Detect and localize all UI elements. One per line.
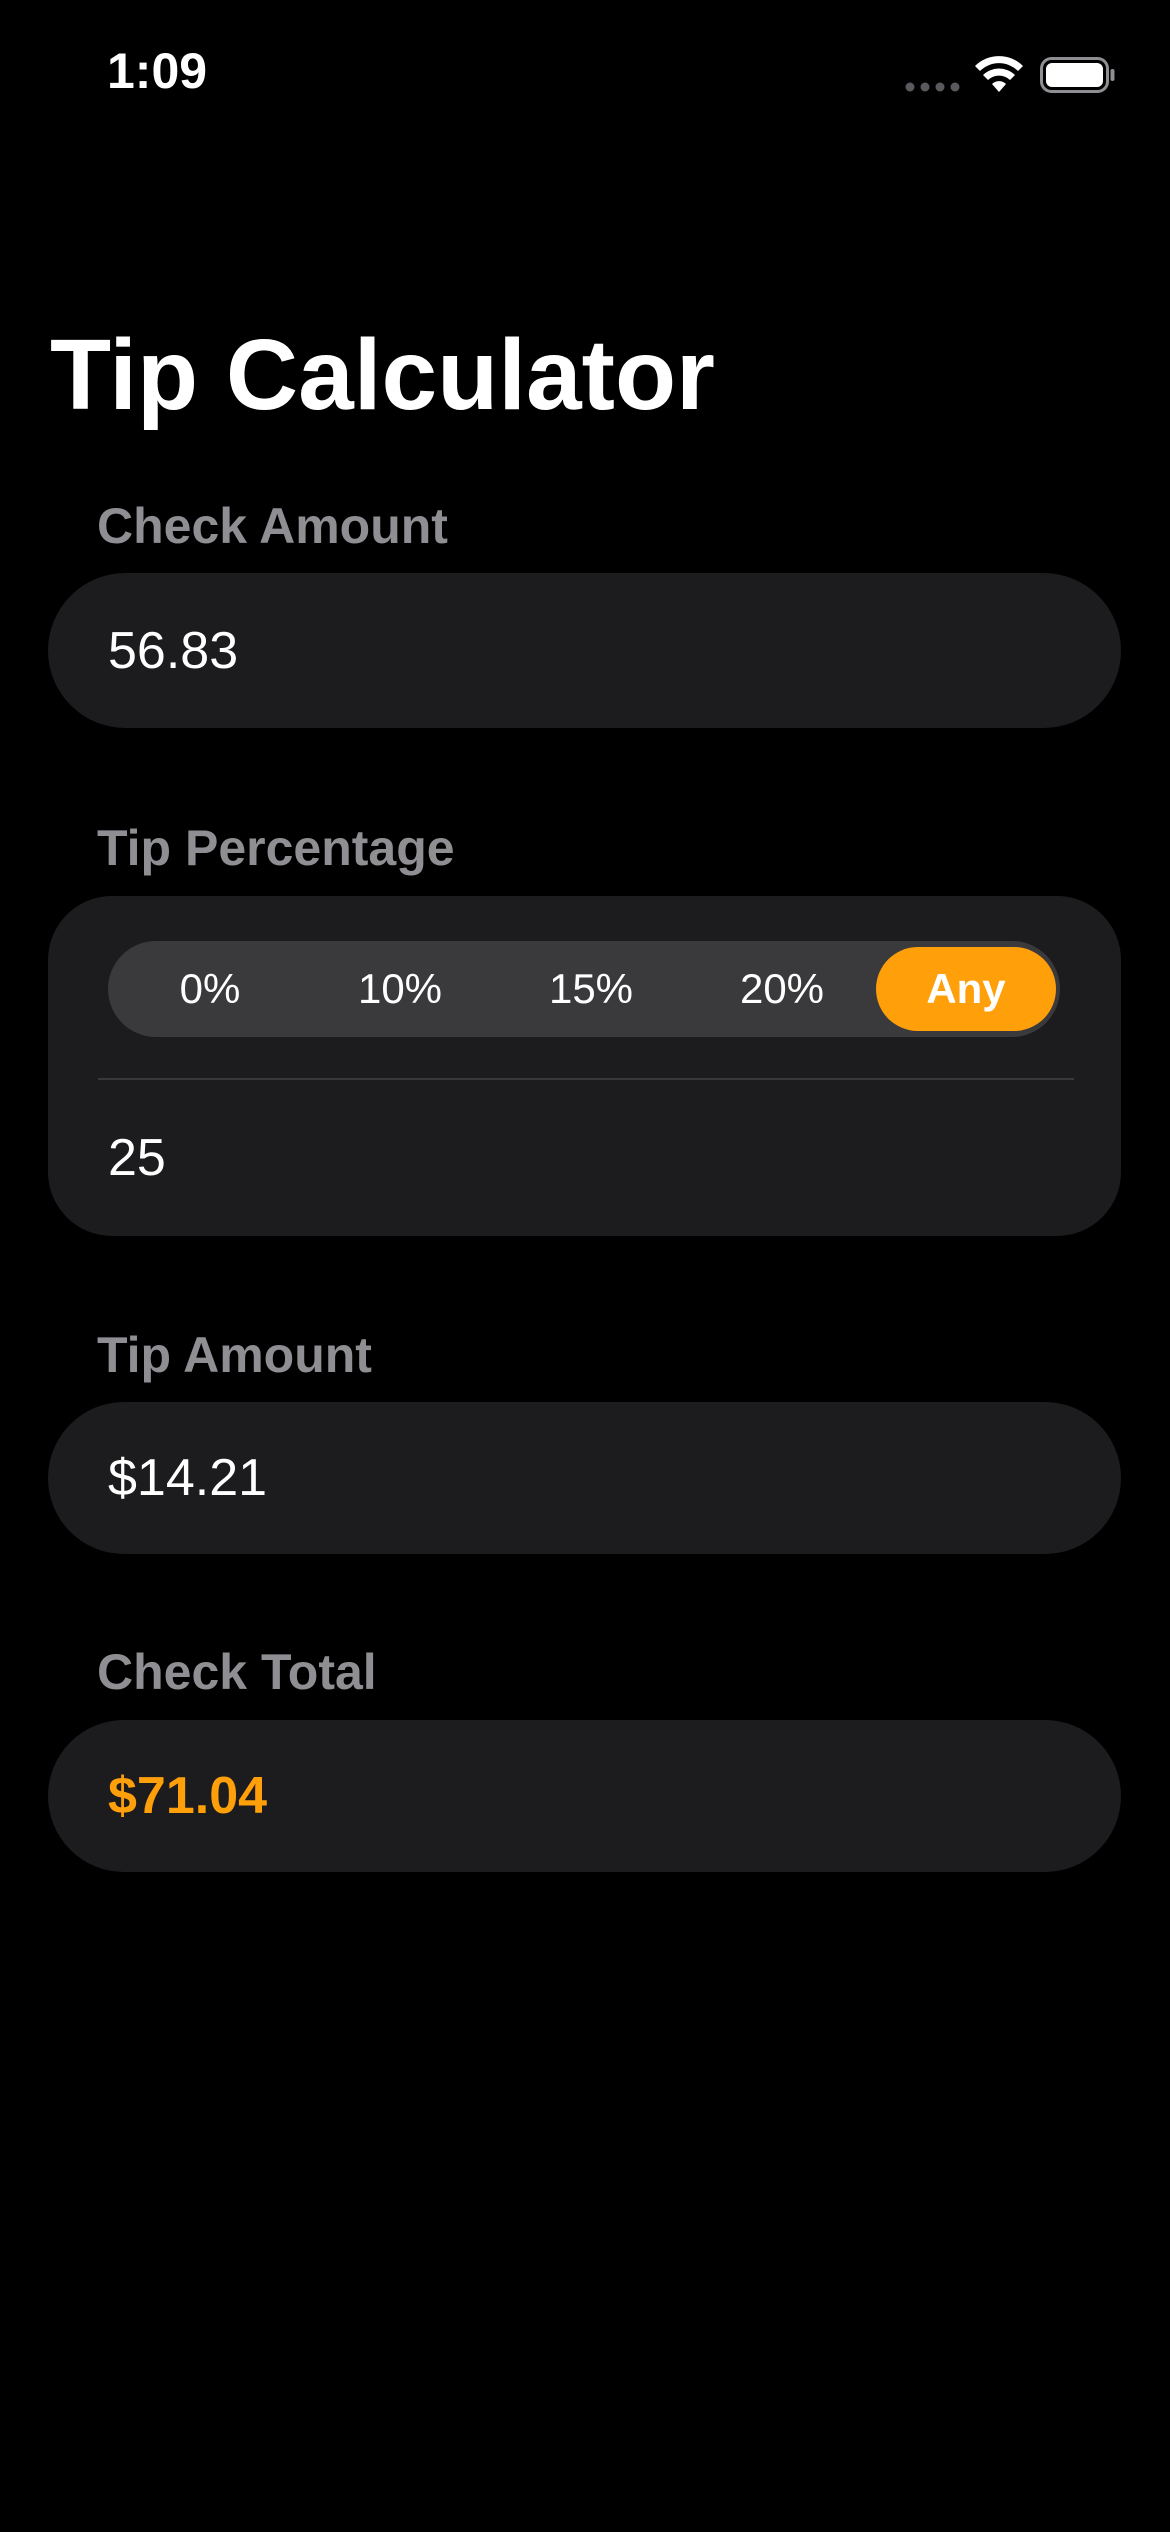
tip-amount-field: $14.21: [48, 1402, 1121, 1554]
segment-0-percent[interactable]: 0%: [120, 941, 300, 1037]
custom-tip-input[interactable]: 25: [108, 1128, 166, 1188]
segment-15-percent[interactable]: 15%: [501, 941, 681, 1037]
tip-percentage-card: 0% 10% 15% 20% Any 25: [48, 896, 1121, 1236]
page-title: Tip Calculator: [50, 319, 715, 431]
check-amount-input[interactable]: 56.83: [108, 621, 238, 681]
status-bar: 1:09: [0, 0, 1170, 150]
check-total-field: $71.04: [48, 1720, 1121, 1872]
tip-amount-value: $14.21: [108, 1449, 268, 1507]
tip-percentage-segmented-control[interactable]: 0% 10% 15% 20% Any: [108, 941, 1060, 1037]
status-time: 1:09: [107, 43, 208, 99]
check-total-value: $71.04: [108, 1767, 268, 1825]
divider: [98, 1078, 1074, 1080]
check-amount-label: Check Amount: [97, 498, 448, 554]
check-total-label: Check Total: [97, 1644, 377, 1700]
segment-any[interactable]: Any: [876, 947, 1056, 1031]
cellular-signal-icon: [905, 82, 960, 92]
segment-10-percent[interactable]: 10%: [310, 941, 490, 1037]
wifi-icon: [975, 56, 1023, 92]
segment-20-percent[interactable]: 20%: [692, 941, 872, 1037]
tip-percentage-label: Tip Percentage: [97, 820, 455, 876]
check-amount-field[interactable]: 56.83: [48, 573, 1121, 728]
battery-icon: [1040, 57, 1115, 93]
tip-amount-label: Tip Amount: [97, 1327, 372, 1383]
